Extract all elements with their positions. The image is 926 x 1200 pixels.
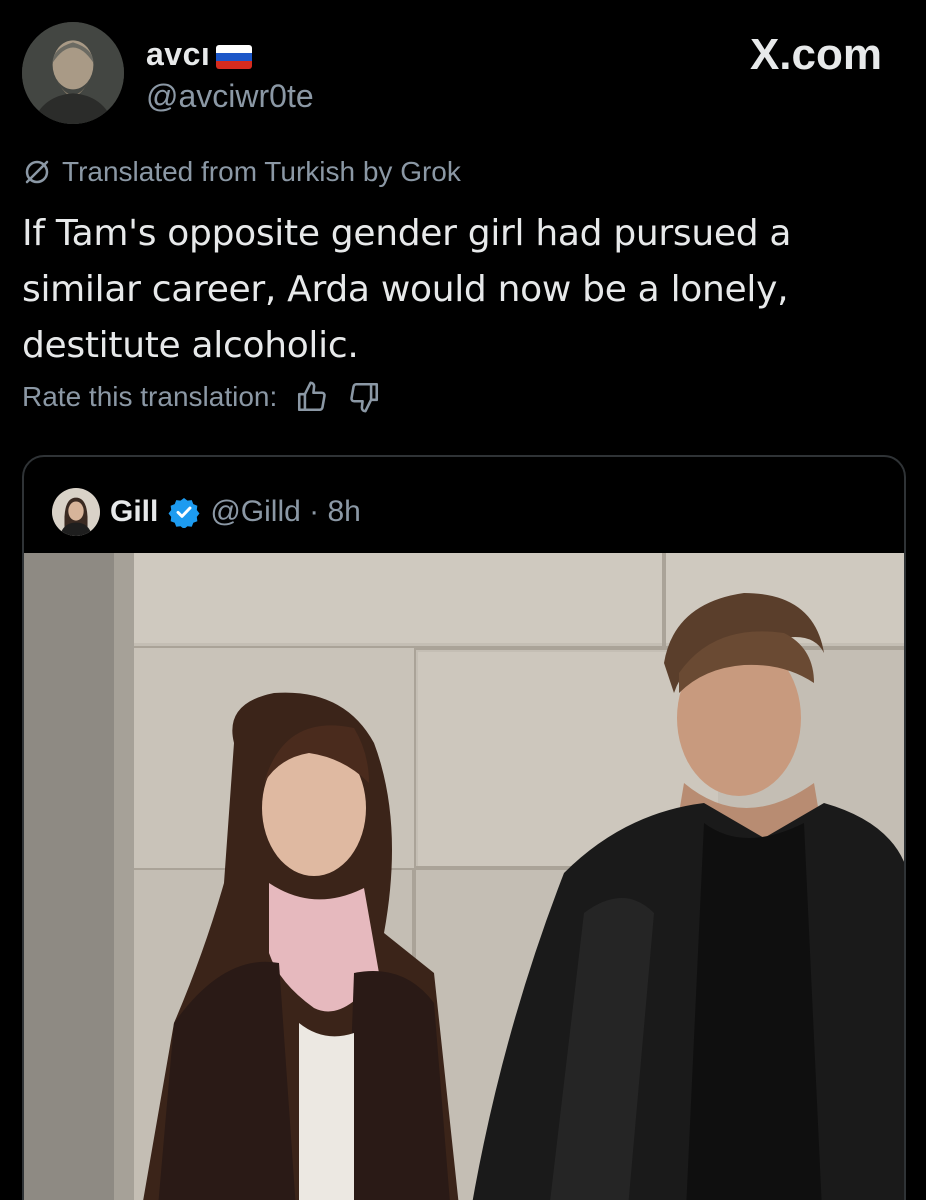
- thumbs-up-icon[interactable]: [295, 380, 329, 414]
- verified-badge-icon: [168, 498, 200, 528]
- translation-notice: Translated from Turkish by Grok: [22, 156, 461, 188]
- author-handle[interactable]: @avciwr0te: [146, 78, 314, 115]
- quoted-tweet[interactable]: Gill @Gilld · 8h: [22, 455, 906, 1200]
- quoted-tweet-header: Gill @Gilld · 8h: [52, 487, 361, 537]
- translation-notice-text: Translated from Turkish by Grok: [62, 156, 461, 187]
- meta-separator: ·: [309, 495, 320, 528]
- quoted-display-name[interactable]: Gill: [110, 495, 158, 529]
- photo-image: [24, 553, 904, 1200]
- rate-translation-row: Rate this translation:: [22, 380, 381, 414]
- russia-flag-icon: [216, 44, 253, 69]
- quoted-tweet-photo[interactable]: [24, 553, 904, 1200]
- x-brand-watermark: X.com: [750, 30, 882, 80]
- author-display-name[interactable]: avcı: [146, 36, 210, 73]
- tweet-header: avcı @avciwr0te X.com: [22, 22, 904, 124]
- quoted-profile-photo: [52, 488, 100, 536]
- quoted-handle[interactable]: @Gilld: [210, 495, 300, 528]
- quoted-timestamp[interactable]: 8h: [328, 495, 361, 528]
- x-brand-label: X.com: [749, 30, 882, 79]
- thumbs-down-icon[interactable]: [347, 380, 381, 414]
- rate-translation-label: Rate this translation:: [22, 381, 278, 412]
- grok-icon: [25, 160, 49, 184]
- tweet-text: If Tam's opposite gender girl had pursue…: [22, 213, 792, 366]
- profile-photo: [22, 22, 124, 124]
- author-avatar[interactable]: [22, 22, 124, 124]
- quoted-author-avatar[interactable]: [52, 488, 100, 536]
